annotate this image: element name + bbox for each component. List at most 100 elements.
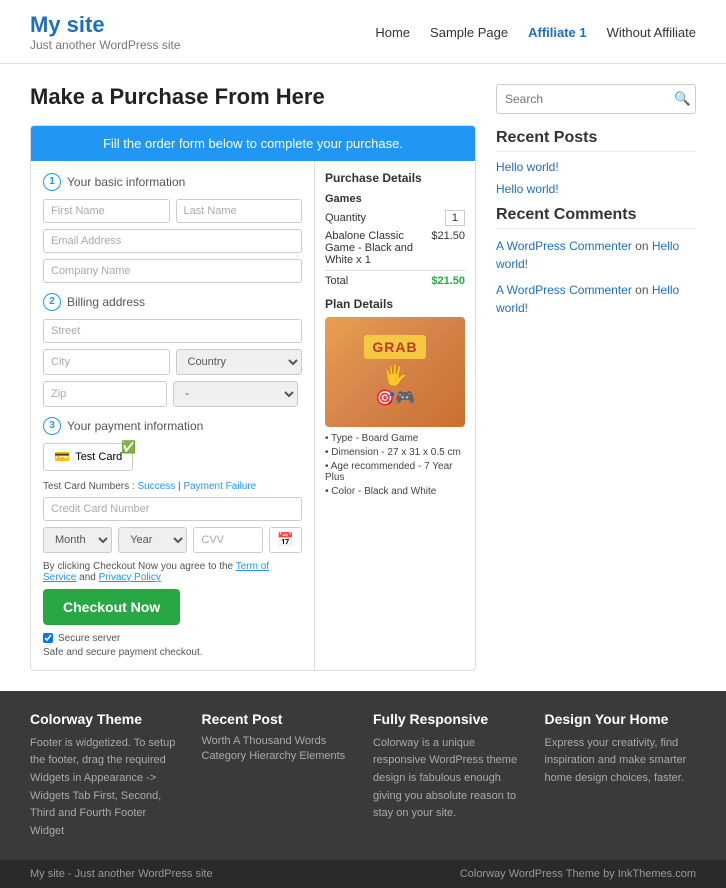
total-row: Total $21.50 — [325, 270, 465, 287]
footer-col1-title: Colorway Theme — [30, 711, 182, 727]
section1-num: 1 — [43, 173, 61, 191]
secure-row: Secure server — [43, 633, 302, 644]
zip-input[interactable] — [43, 381, 167, 407]
recent-post-1[interactable]: Hello world! — [496, 160, 696, 174]
section3-num: 3 — [43, 417, 61, 435]
section2-label: 2 Billing address — [43, 293, 302, 311]
recent-comments-title: Recent Comments — [496, 206, 696, 229]
nav-home[interactable]: Home — [375, 25, 410, 40]
email-row — [43, 229, 302, 253]
footer-col2-link1[interactable]: Worth A Thousand Words — [202, 735, 354, 747]
commenter-2[interactable]: A WordPress Commenter — [496, 283, 632, 297]
payment-section: 3 Your payment information 💳 Test Card ✅ — [43, 417, 302, 553]
product-detail-item: Age recommended - 7 Year Plus — [325, 461, 465, 483]
section3-text: Your payment information — [67, 419, 203, 433]
footer-widgets: Colorway Theme Footer is widgetized. To … — [0, 691, 726, 861]
item-row: Abalone Classic Game - Black and White x… — [325, 230, 465, 266]
search-input[interactable] — [497, 86, 668, 112]
checkout-button[interactable]: Checkout Now — [43, 589, 180, 625]
quantity-row: Quantity 1 — [325, 210, 465, 226]
footer-col2-link2[interactable]: Category Hierarchy Elements — [202, 750, 354, 762]
footer-col1: Colorway Theme Footer is widgetized. To … — [30, 711, 182, 841]
product-image: GRAB 🖐️ 🎯🎮 — [325, 317, 465, 427]
month-select[interactable]: Month — [43, 527, 112, 553]
calendar-icon-button[interactable]: 📅 — [269, 527, 302, 553]
footer-col3-title: Fully Responsive — [373, 711, 525, 727]
secure-checkbox[interactable] — [43, 633, 53, 643]
sidebar: 🔍 Recent Posts Hello world! Hello world!… — [496, 84, 696, 671]
footer-col4: Design Your Home Express your creativity… — [545, 711, 697, 841]
card-btn-label: Test Card — [75, 451, 122, 463]
plan-details-title: Plan Details — [325, 297, 465, 311]
name-row — [43, 199, 302, 223]
recent-post-2[interactable]: Hello world! — [496, 182, 696, 196]
footer-col2: Recent Post Worth A Thousand Words Categ… — [202, 711, 354, 841]
product-detail-item: Type - Board Game — [325, 433, 465, 444]
site-footer: Colorway Theme Footer is widgetized. To … — [0, 691, 726, 888]
billing-section: 2 Billing address Country — [43, 293, 302, 407]
street-input[interactable] — [43, 319, 302, 343]
main-content: Make a Purchase From Here Fill the order… — [30, 84, 476, 671]
year-select[interactable]: Year — [118, 527, 187, 553]
section2-num: 2 — [43, 293, 61, 311]
order-right: Purchase Details Games Quantity 1 Abalon… — [315, 161, 475, 670]
footer-col4-text: Express your creativity, find inspiratio… — [545, 735, 697, 788]
credit-card-row — [43, 497, 302, 521]
city-country-row: Country — [43, 349, 302, 375]
order-form-left: 1 Your basic information — [31, 161, 315, 670]
product-detail-item: Dimension - 27 x 31 x 0.5 cm — [325, 447, 465, 458]
comment-1: A WordPress Commenter on Hello world! — [496, 237, 696, 273]
site-header: My site Just another WordPress site Home… — [0, 0, 726, 64]
footer-col3-text: Colorway is a unique responsive WordPres… — [373, 735, 525, 823]
privacy-link[interactable]: Privacy Policy — [99, 572, 161, 583]
footer-col4-title: Design Your Home — [545, 711, 697, 727]
purchase-title: Purchase Details — [325, 171, 465, 185]
quantity-label: Quantity — [325, 212, 366, 224]
order-card-header: Fill the order form below to complete yo… — [31, 126, 475, 161]
product-details-list: Type - Board Game Dimension - 27 x 31 x 0… — [325, 433, 465, 497]
footer-bottom-left: My site - Just another WordPress site — [30, 868, 213, 880]
item-name: Abalone Classic Game - Black and White x… — [325, 230, 427, 266]
expiry-row: Month Year 📅 — [43, 527, 302, 553]
nav-affiliate1[interactable]: Affiliate 1 — [528, 25, 587, 40]
item-price: $21.50 — [431, 230, 465, 266]
footer-col2-title: Recent Post — [202, 711, 354, 727]
cvv-input[interactable] — [193, 527, 263, 553]
section3-label: 3 Your payment information — [43, 417, 302, 435]
purchase-category: Games — [325, 193, 465, 205]
nav-sample-page[interactable]: Sample Page — [430, 25, 508, 40]
terms-text: By clicking Checkout Now you agree to th… — [43, 561, 302, 583]
section1-text: Your basic information — [67, 175, 185, 189]
footer-bottom-right: Colorway WordPress Theme by InkThemes.co… — [460, 868, 696, 880]
test-card-button[interactable]: 💳 Test Card ✅ — [43, 443, 133, 471]
footer-col1-text: Footer is widgetized. To setup the foote… — [30, 735, 182, 841]
content-area: Make a Purchase From Here Fill the order… — [0, 64, 726, 691]
card-check-icon: ✅ — [121, 440, 136, 454]
company-row — [43, 259, 302, 283]
card-numbers-text: Test Card Numbers : — [43, 481, 135, 492]
email-input[interactable] — [43, 229, 302, 253]
site-tagline: Just another WordPress site — [30, 38, 181, 52]
site-branding: My site Just another WordPress site — [30, 12, 181, 53]
card-numbers-row: Test Card Numbers : Success | Payment Fa… — [43, 481, 302, 492]
country-select[interactable]: Country — [176, 349, 303, 375]
product-detail-item: Color - Black and White — [325, 486, 465, 497]
card-failure-link[interactable]: Payment Failure — [183, 481, 256, 492]
credit-card-input[interactable] — [43, 497, 302, 521]
nav-without-affiliate[interactable]: Without Affiliate — [607, 25, 696, 40]
footer-bottom: My site - Just another WordPress site Co… — [0, 860, 726, 888]
search-box: 🔍 — [496, 84, 696, 114]
commenter-1[interactable]: A WordPress Commenter — [496, 239, 632, 253]
page-title: Make a Purchase From Here — [30, 84, 476, 110]
search-button[interactable]: 🔍 — [668, 85, 697, 113]
credit-card-icon: 💳 — [54, 449, 70, 465]
last-name-input[interactable] — [176, 199, 303, 223]
card-success-link[interactable]: Success — [137, 481, 175, 492]
state-select[interactable]: - — [173, 381, 297, 407]
total-label: Total — [325, 275, 348, 287]
company-input[interactable] — [43, 259, 302, 283]
zip-row: - — [43, 381, 302, 407]
street-row — [43, 319, 302, 343]
city-input[interactable] — [43, 349, 170, 375]
first-name-input[interactable] — [43, 199, 170, 223]
